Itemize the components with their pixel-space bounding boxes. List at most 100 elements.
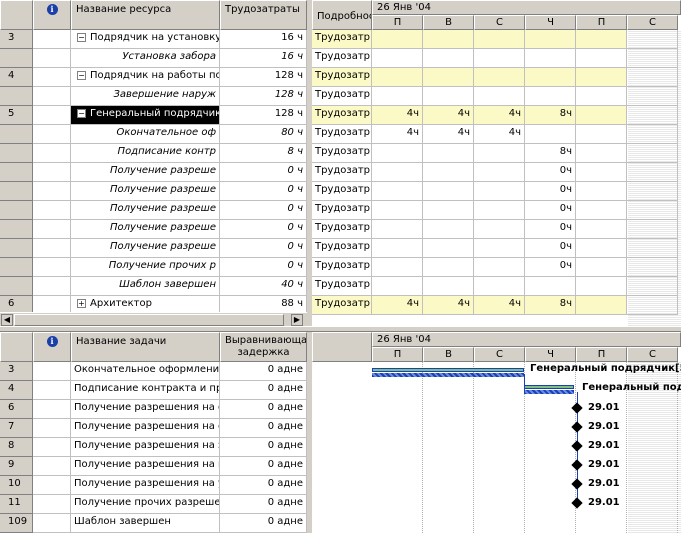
task-name-cell[interactable]: Получение разрешения на у	[71, 476, 220, 495]
task-name-cell[interactable]: Подписание контракта и пре	[71, 381, 220, 400]
expand-icon[interactable]: +	[77, 298, 86, 308]
work-value-cell[interactable]	[372, 68, 423, 87]
leveling-delay-cell[interactable]: 0 адне	[220, 438, 307, 457]
work-cell[interactable]: 0 ч	[220, 239, 307, 258]
work-value-cell[interactable]: 4ч	[423, 296, 474, 315]
work-cell[interactable]: 128 ч	[220, 68, 307, 87]
scroll-right-icon[interactable]: ▶	[291, 314, 303, 326]
milestone-diamond[interactable]	[571, 497, 583, 509]
row-number[interactable]: 10	[0, 476, 33, 495]
task-name-cell[interactable]: Получение разрешения на с	[71, 419, 220, 438]
resource-name-cell[interactable]: Окончательное оф	[71, 125, 220, 144]
work-value-cell[interactable]	[627, 30, 678, 49]
work-cell[interactable]: 40 ч	[220, 277, 307, 296]
work-value-cell[interactable]	[576, 239, 627, 258]
resource-name-cell[interactable]: − Подрядчик на работы по	[71, 68, 220, 87]
work-cell[interactable]: 16 ч	[220, 49, 307, 68]
row-number[interactable]: 3	[0, 362, 33, 381]
work-value-cell[interactable]	[627, 144, 678, 163]
work-value-cell[interactable]: 8ч	[525, 296, 576, 315]
work-value-cell[interactable]	[372, 182, 423, 201]
work-value-cell[interactable]	[576, 163, 627, 182]
work-value-cell[interactable]	[576, 106, 627, 125]
milestone-diamond[interactable]	[571, 440, 583, 452]
work-value-cell[interactable]	[576, 68, 627, 87]
task-name-cell[interactable]: Получение разрешения на ф	[71, 400, 220, 419]
work-value-cell[interactable]: 4ч	[474, 106, 525, 125]
work-value-cell[interactable]	[576, 220, 627, 239]
scroll-thumb[interactable]	[14, 314, 284, 326]
work-value-cell[interactable]	[525, 277, 576, 296]
work-value-cell[interactable]: 4ч	[423, 106, 474, 125]
work-value-cell[interactable]: 0ч	[525, 182, 576, 201]
work-value-cell[interactable]	[474, 163, 525, 182]
work-value-cell[interactable]	[576, 125, 627, 144]
leveling-delay-bar[interactable]	[524, 385, 574, 389]
row-number[interactable]: 8	[0, 438, 33, 457]
row-number[interactable]: 6	[0, 296, 33, 312]
work-value-cell[interactable]	[372, 49, 423, 68]
work-cell[interactable]: 16 ч	[220, 30, 307, 49]
work-value-cell[interactable]	[423, 182, 474, 201]
task-name-cell[interactable]: Окончательное оформление	[71, 362, 220, 381]
task-name-cell[interactable]: Получение разрешения на э	[71, 438, 220, 457]
row-number[interactable]	[0, 144, 33, 163]
work-value-cell[interactable]	[576, 182, 627, 201]
leveling-delay-cell[interactable]: 0 адне	[220, 400, 307, 419]
resource-name-cell[interactable]: Получение прочих р	[71, 258, 220, 277]
work-value-cell[interactable]	[423, 277, 474, 296]
work-value-cell[interactable]	[576, 49, 627, 68]
leveling-delay-cell[interactable]: 0 адне	[220, 476, 307, 495]
work-value-cell[interactable]	[474, 30, 525, 49]
work-value-cell[interactable]	[474, 87, 525, 106]
work-value-cell[interactable]	[372, 87, 423, 106]
top-table-horizontal-scrollbar[interactable]: ◀ ▶	[0, 312, 307, 326]
leveling-delay-cell[interactable]: 0 адне	[220, 514, 307, 533]
resource-name-cell[interactable]: Подписание контр	[71, 144, 220, 163]
row-number[interactable]: 11	[0, 495, 33, 514]
work-value-cell[interactable]: 0ч	[525, 258, 576, 277]
row-number[interactable]: 3	[0, 30, 33, 49]
collapse-icon[interactable]: −	[77, 32, 86, 42]
work-cell[interactable]: 128 ч	[220, 87, 307, 106]
task-bar[interactable]	[372, 373, 524, 377]
resource-name-cell[interactable]: Получение разреше	[71, 182, 220, 201]
row-number[interactable]: 109	[0, 514, 33, 533]
resource-name-cell[interactable]: Получение разреше	[71, 239, 220, 258]
work-value-cell[interactable]	[576, 30, 627, 49]
work-value-cell[interactable]	[423, 87, 474, 106]
work-value-cell[interactable]	[627, 258, 678, 277]
work-value-cell[interactable]: 0ч	[525, 239, 576, 258]
work-value-cell[interactable]: 8ч	[525, 144, 576, 163]
work-value-cell[interactable]	[474, 220, 525, 239]
resource-name-cell[interactable]: Завершение наруж	[71, 87, 220, 106]
work-column-header[interactable]: Трудозатраты	[220, 0, 307, 30]
work-value-cell[interactable]: 4ч	[372, 106, 423, 125]
resource-name-cell[interactable]: + Архитектор	[71, 296, 220, 312]
row-number[interactable]	[0, 49, 33, 68]
work-value-cell[interactable]	[423, 220, 474, 239]
leveling-delay-cell[interactable]: 0 адне	[220, 362, 307, 381]
work-cell[interactable]: 0 ч	[220, 163, 307, 182]
work-value-cell[interactable]	[525, 68, 576, 87]
row-number[interactable]: 7	[0, 419, 33, 438]
work-cell[interactable]: 128 ч	[220, 106, 307, 125]
work-value-cell[interactable]	[576, 201, 627, 220]
work-value-cell[interactable]	[423, 163, 474, 182]
milestone-diamond[interactable]	[571, 459, 583, 471]
work-value-cell[interactable]	[423, 30, 474, 49]
row-header-corner[interactable]	[0, 0, 33, 30]
work-value-cell[interactable]	[474, 182, 525, 201]
row-header-corner[interactable]	[0, 332, 33, 362]
work-cell[interactable]: 0 ч	[220, 258, 307, 277]
row-number[interactable]	[0, 182, 33, 201]
work-value-cell[interactable]	[627, 106, 678, 125]
leveling-delay-cell[interactable]: 0 адне	[220, 381, 307, 400]
work-value-cell[interactable]	[525, 125, 576, 144]
work-cell[interactable]: 88 ч	[220, 296, 307, 312]
work-value-cell[interactable]	[372, 144, 423, 163]
row-number[interactable]: 6	[0, 400, 33, 419]
work-value-cell[interactable]	[372, 258, 423, 277]
work-value-cell[interactable]	[627, 49, 678, 68]
leveling-delay-cell[interactable]: 0 адне	[220, 419, 307, 438]
